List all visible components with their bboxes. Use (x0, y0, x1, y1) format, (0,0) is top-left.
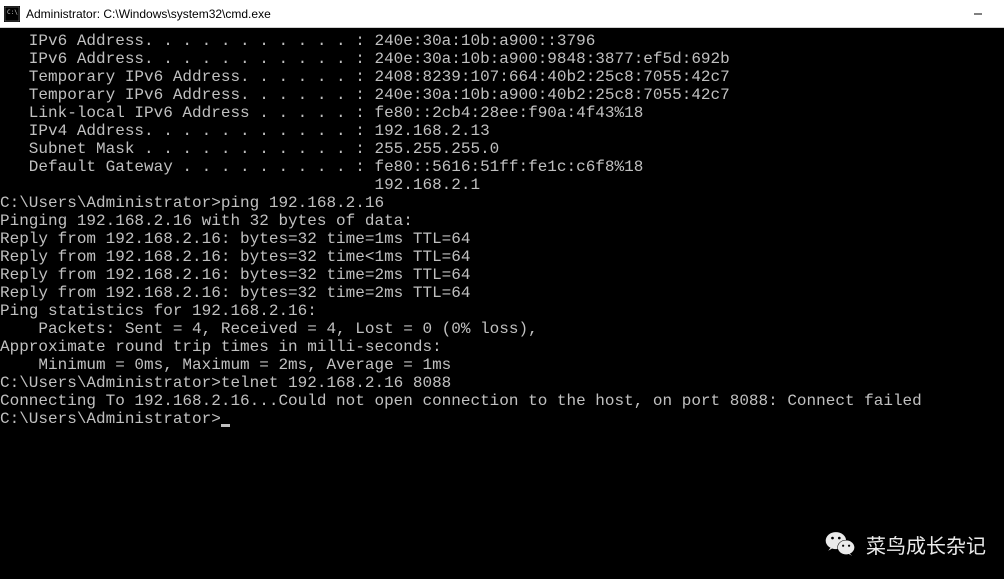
terminal-line: Temporary IPv6 Address. . . . . . : 2408… (0, 68, 1004, 86)
terminal-line: C:\Users\Administrator> (0, 410, 1004, 428)
terminal-line: C:\Users\Administrator>ping 192.168.2.16 (0, 194, 1004, 212)
window-title: Administrator: C:\Windows\system32\cmd.e… (26, 7, 955, 21)
terminal-line: Pinging 192.168.2.16 with 32 bytes of da… (0, 212, 1004, 230)
terminal-line: C:\Users\Administrator>telnet 192.168.2.… (0, 374, 1004, 392)
terminal-line: Temporary IPv6 Address. . . . . . : 240e… (0, 86, 1004, 104)
terminal-line: 192.168.2.1 (0, 176, 1004, 194)
window-controls (955, 0, 1000, 27)
terminal-line: Subnet Mask . . . . . . . . . . . : 255.… (0, 140, 1004, 158)
terminal-line: IPv6 Address. . . . . . . . . . . : 240e… (0, 32, 1004, 50)
terminal-line: Reply from 192.168.2.16: bytes=32 time=2… (0, 284, 1004, 302)
terminal-line: Reply from 192.168.2.16: bytes=32 time=1… (0, 230, 1004, 248)
terminal-line: Reply from 192.168.2.16: bytes=32 time=2… (0, 266, 1004, 284)
terminal-output[interactable]: IPv6 Address. . . . . . . . . . . : 240e… (0, 28, 1004, 579)
terminal-line: Approximate round trip times in milli-se… (0, 338, 1004, 356)
terminal-line: Connecting To 192.168.2.16...Could not o… (0, 392, 1004, 410)
minimize-button[interactable] (955, 0, 1000, 27)
cursor (221, 424, 230, 427)
svg-text:C:\: C:\ (7, 9, 18, 16)
wechat-icon (824, 527, 858, 561)
watermark-text: 菜鸟成长杂记 (866, 530, 986, 559)
terminal-line: Reply from 192.168.2.16: bytes=32 time<1… (0, 248, 1004, 266)
watermark: 菜鸟成长杂记 (824, 527, 986, 561)
cmd-icon: C:\ (4, 6, 20, 22)
terminal-line: Default Gateway . . . . . . . . . : fe80… (0, 158, 1004, 176)
terminal-line: Link-local IPv6 Address . . . . . : fe80… (0, 104, 1004, 122)
terminal-line: Packets: Sent = 4, Received = 4, Lost = … (0, 320, 1004, 338)
titlebar[interactable]: C:\ Administrator: C:\Windows\system32\c… (0, 0, 1004, 28)
terminal-line: Minimum = 0ms, Maximum = 2ms, Average = … (0, 356, 1004, 374)
terminal-line: Ping statistics for 192.168.2.16: (0, 302, 1004, 320)
terminal-line: IPv6 Address. . . . . . . . . . . : 240e… (0, 50, 1004, 68)
terminal-line: IPv4 Address. . . . . . . . . . . : 192.… (0, 122, 1004, 140)
